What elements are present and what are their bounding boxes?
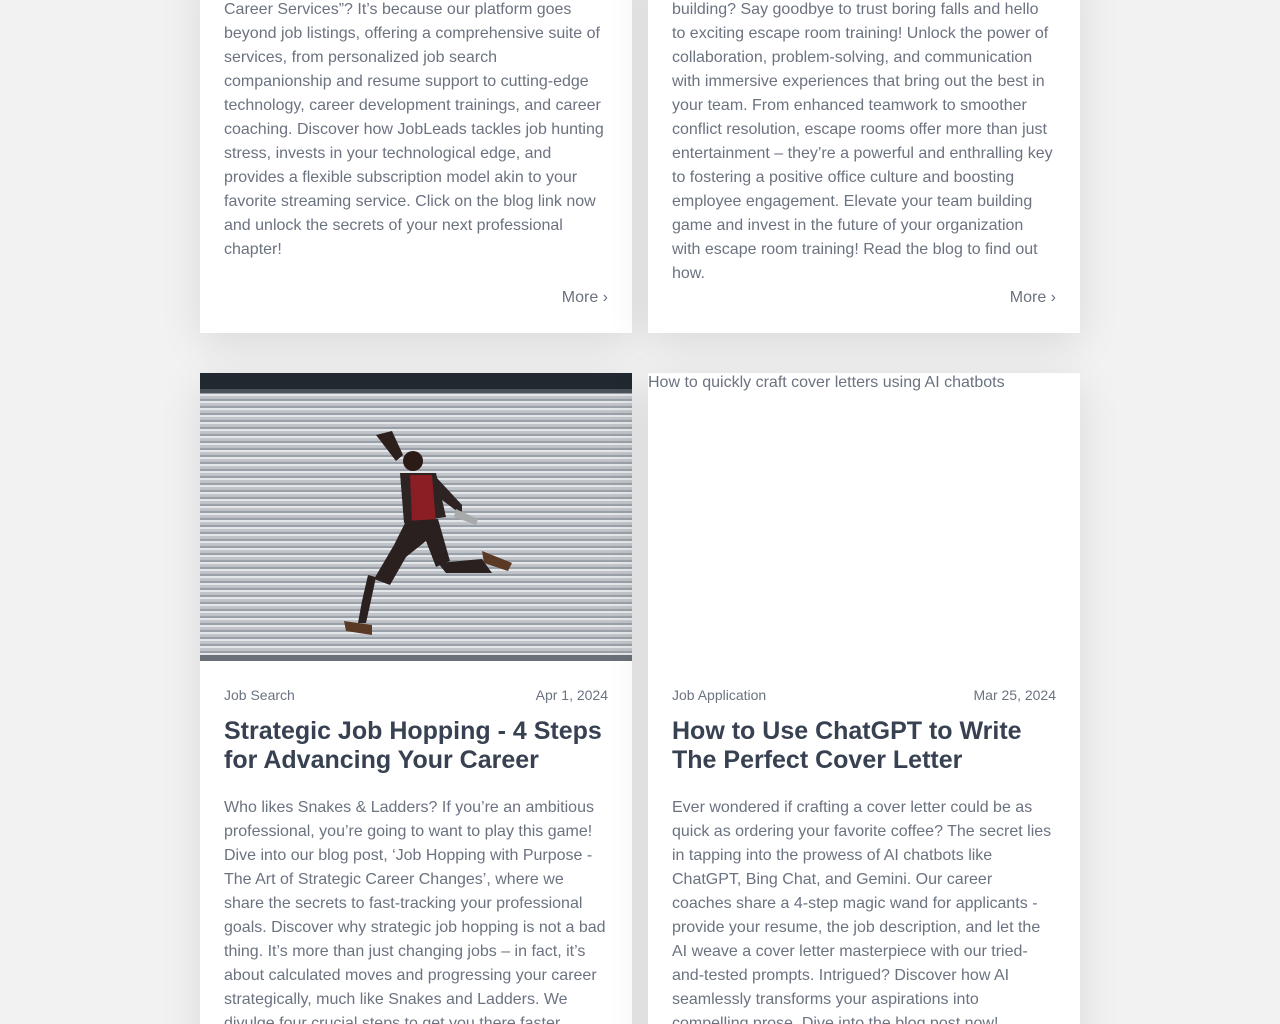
blog-listing-page: Career Services”? It’s because our platf… xyxy=(0,0,1280,1024)
blog-card-image[interactable] xyxy=(200,373,632,661)
blog-card-image[interactable]: How to quickly craft cover letters using… xyxy=(648,373,1080,661)
blog-card-meta: Job Application Mar 25, 2024 xyxy=(672,685,1056,705)
blog-card-excerpt: Who likes Snakes & Ladders? If you’re an… xyxy=(224,799,606,1024)
blog-card-title[interactable]: Strategic Job Hopping - 4 Steps for Adva… xyxy=(224,717,608,775)
category-link[interactable]: Job Application xyxy=(672,685,766,705)
post-date: Mar 25, 2024 xyxy=(973,687,1057,703)
blog-card: building? Say goodbye to trust boring fa… xyxy=(648,0,1080,333)
blog-card: Career Services”? It’s because our platf… xyxy=(200,0,632,333)
blog-card-title[interactable]: How to Use ChatGPT to Write The Perfect … xyxy=(672,717,1056,775)
blog-card: Job Search Apr 1, 2024 Strategic Job Hop… xyxy=(200,373,632,1024)
blog-card-excerpt: Career Services”? It’s because our platf… xyxy=(224,1,604,258)
more-link[interactable]: More › xyxy=(224,286,608,310)
blog-card-meta: Job Search Apr 1, 2024 xyxy=(224,685,608,705)
image-alt-text: How to quickly craft cover letters using… xyxy=(648,374,1005,391)
post-date: Apr 1, 2024 xyxy=(535,687,608,703)
category-link[interactable]: Job Search xyxy=(224,685,295,705)
blog-card-excerpt: Ever wondered if crafting a cover letter… xyxy=(672,799,1052,1024)
blog-card-excerpt: building? Say goodbye to trust boring fa… xyxy=(672,1,1053,282)
jumping-man-photo xyxy=(200,373,632,661)
blog-card: How to quickly craft cover letters using… xyxy=(648,373,1080,1024)
more-link[interactable]: More › xyxy=(672,286,1056,310)
